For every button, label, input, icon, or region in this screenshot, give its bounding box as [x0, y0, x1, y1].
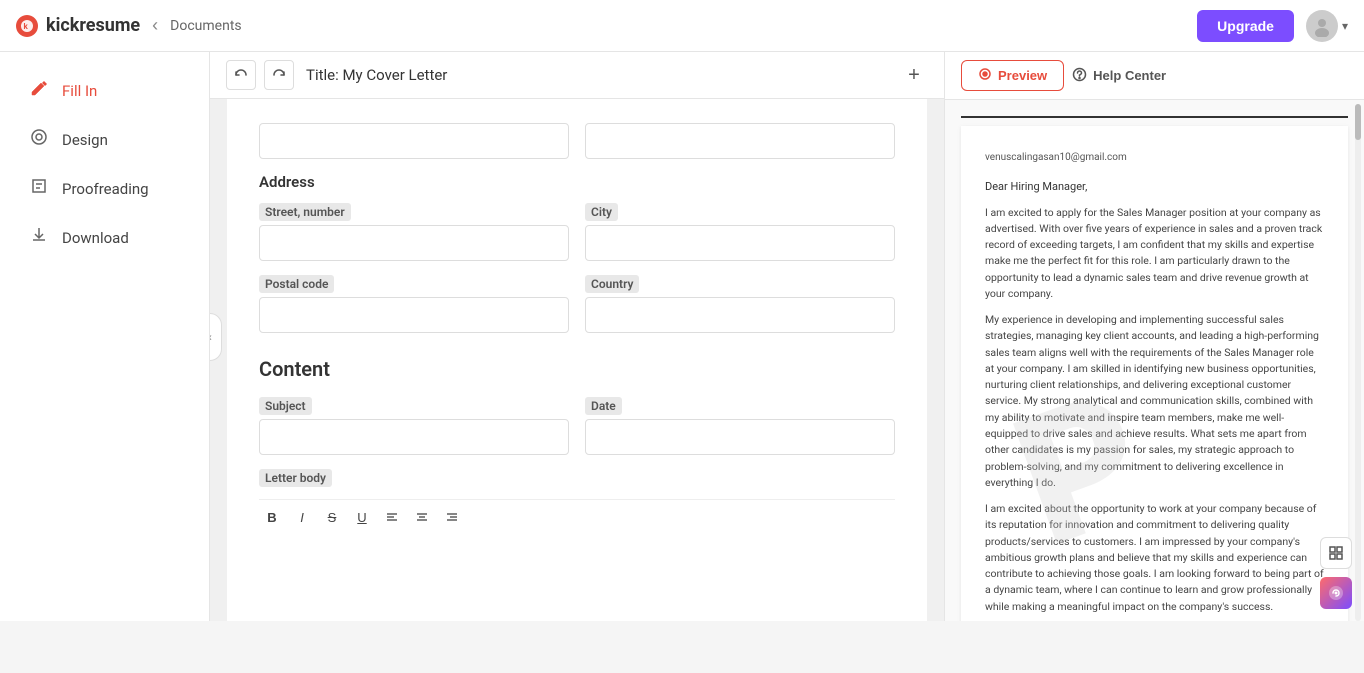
collapse-panel-button[interactable]: ‹: [210, 313, 222, 361]
strikethrough-button[interactable]: S: [319, 504, 345, 530]
add-section-button[interactable]: +: [900, 61, 928, 89]
scrollbar-track: [1355, 104, 1361, 621]
fill-in-icon: [28, 78, 50, 103]
editor-area: Title: My Cover Letter + Address Street,…: [210, 52, 944, 621]
date-label: Date: [585, 397, 622, 415]
download-icon: [28, 225, 50, 250]
proofreading-icon: [28, 176, 50, 201]
help-center-button[interactable]: Help Center: [1072, 67, 1166, 85]
nav-left: k kickresume ‹ Documents: [16, 15, 242, 37]
address-section: Address Street, number City Postal code: [259, 173, 895, 333]
sidebar-label-fill-in: Fill In: [62, 82, 97, 100]
preview-para-3: I am excited about the opportunity to wo…: [985, 501, 1324, 615]
bottom-right-icons: [1320, 537, 1352, 609]
scrollbar-thumb[interactable]: [1355, 104, 1361, 140]
logo: k kickresume: [16, 15, 140, 37]
sidebar-item-fill-in[interactable]: Fill In: [8, 68, 201, 113]
align-right-button[interactable]: [439, 504, 465, 530]
subject-label: Subject: [259, 397, 312, 415]
sidebar-item-download[interactable]: Download: [8, 215, 201, 260]
design-icon: [28, 127, 50, 152]
subject-input[interactable]: [259, 419, 569, 455]
avatar: [1306, 10, 1338, 42]
content-section: Content Subject Date Letter body B: [259, 357, 895, 534]
country-input[interactable]: [585, 297, 895, 333]
preview-greeting: Dear Hiring Manager,: [985, 178, 1324, 195]
preview-icon: [978, 67, 992, 84]
street-label: Street, number: [259, 203, 351, 221]
date-input[interactable]: [585, 419, 895, 455]
last-name-input[interactable]: [585, 123, 895, 159]
panel-header: Preview Help Center: [945, 52, 1364, 100]
content-title: Content: [259, 357, 895, 381]
address-title: Address: [259, 173, 895, 191]
city-group: City: [585, 203, 895, 261]
preview-label: Preview: [998, 68, 1047, 83]
italic-button[interactable]: I: [289, 504, 315, 530]
chevron-down-icon: ▾: [1342, 19, 1348, 33]
logo-text: kickresume: [46, 15, 140, 36]
rich-text-toolbar: B I S U: [259, 499, 895, 534]
right-panel: Preview Help Center P venuscalingasan10@…: [944, 52, 1364, 621]
cover-letter-preview: P venuscalingasan10@gmail.com Dear Hirin…: [961, 126, 1348, 621]
back-button[interactable]: ‹: [152, 15, 158, 36]
postal-input[interactable]: [259, 297, 569, 333]
align-center-button[interactable]: [409, 504, 435, 530]
subject-date-row: Subject Date: [259, 397, 895, 455]
preview-para-2: My experience in developing and implemen…: [985, 312, 1324, 491]
redo-button[interactable]: [264, 60, 294, 90]
sidebar-label-proofreading: Proofreading: [62, 180, 149, 198]
breadcrumb: Documents: [170, 18, 241, 34]
sidebar-item-design[interactable]: Design: [8, 117, 201, 162]
preview-content: P venuscalingasan10@gmail.com Dear Hirin…: [945, 100, 1364, 621]
svg-text:k: k: [24, 22, 29, 31]
postal-label: Postal code: [259, 275, 334, 293]
preview-header-line: [961, 116, 1348, 118]
bold-button[interactable]: B: [259, 504, 285, 530]
country-label: Country: [585, 275, 639, 293]
underline-button[interactable]: U: [349, 504, 375, 530]
nav-right: Upgrade ▾: [1197, 10, 1348, 42]
upgrade-button[interactable]: Upgrade: [1197, 10, 1294, 42]
city-label: City: [585, 203, 618, 221]
street-city-row: Street, number City: [259, 203, 895, 261]
subject-group: Subject: [259, 397, 569, 455]
street-input[interactable]: [259, 225, 569, 261]
help-label: Help Center: [1093, 68, 1166, 83]
street-group: Street, number: [259, 203, 569, 261]
postal-group: Postal code: [259, 275, 569, 333]
ai-assistant-icon[interactable]: [1320, 577, 1352, 609]
sidebar-label-download: Download: [62, 229, 129, 247]
logo-icon: k: [16, 15, 38, 37]
letter-body-group: Letter body B I S U: [259, 469, 895, 534]
corner-action-icon[interactable]: [1320, 537, 1352, 569]
preview-para-1: I am excited to apply for the Sales Mana…: [985, 205, 1324, 303]
document-title: Title: My Cover Letter: [306, 66, 447, 84]
preview-button[interactable]: Preview: [961, 60, 1064, 91]
preview-email: venuscalingasan10@gmail.com: [985, 150, 1324, 166]
date-group: Date: [585, 397, 895, 455]
help-icon: [1072, 67, 1087, 85]
left-sidebar: Fill In Design Proofreading: [0, 52, 210, 621]
sidebar-item-proofreading[interactable]: Proofreading: [8, 166, 201, 211]
top-nav: k kickresume ‹ Documents Upgrade ▾: [0, 0, 1364, 52]
country-group: Country: [585, 275, 895, 333]
first-name-input[interactable]: [259, 123, 569, 159]
undo-button[interactable]: [226, 60, 256, 90]
editor-toolbar: Title: My Cover Letter +: [210, 52, 944, 99]
postal-country-row: Postal code Country: [259, 275, 895, 333]
user-menu[interactable]: ▾: [1306, 10, 1348, 42]
letter-body-label: Letter body: [259, 469, 332, 487]
align-left-button[interactable]: [379, 504, 405, 530]
sidebar-label-design: Design: [62, 131, 108, 149]
city-input[interactable]: [585, 225, 895, 261]
main-layout: Fill In Design Proofreading: [0, 52, 1364, 621]
editor-content: Address Street, number City Postal code: [227, 99, 927, 621]
